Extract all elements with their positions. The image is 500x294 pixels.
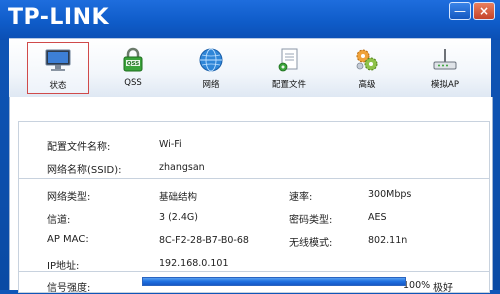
ip-label: IP地址:	[47, 261, 80, 272]
tab-qss-label: QSS	[124, 78, 142, 88]
network-type-value: 基础结构	[159, 192, 198, 203]
profile-name-label: 配置文件名称:	[47, 142, 111, 153]
signal-strength-label: 信号强度:	[47, 283, 91, 294]
ip-value: 192.168.0.101	[159, 258, 229, 269]
tab-advanced[interactable]: 高级	[336, 42, 398, 94]
channel-value: 3 (2.4G)	[159, 212, 198, 223]
globe-icon	[199, 48, 223, 72]
monitor-icon	[45, 49, 71, 71]
tab-profile[interactable]: 配置文件	[258, 42, 320, 94]
ap-mac-value: 8C-F2-28-B7-B0-68	[159, 235, 249, 246]
channel-label: 信道:	[47, 215, 71, 226]
status-table: 配置文件名称: Wi-Fi 网络名称(SSID): zhangsan 网络类型:…	[18, 121, 490, 294]
row-separator	[19, 271, 489, 272]
row-separator	[19, 178, 489, 179]
tab-soft-ap[interactable]: 模拟AP	[414, 42, 476, 94]
gears-icon	[356, 49, 378, 71]
profile-name-value: Wi-Fi	[159, 139, 182, 150]
title-bar: TP-LINK — ×	[0, 0, 500, 40]
wireless-mode-value: 802.11n	[368, 235, 408, 246]
ap-mac-label: AP MAC:	[47, 234, 89, 245]
tab-status[interactable]: 状态	[27, 42, 89, 94]
encryption-label: 密码类型:	[289, 215, 333, 226]
tab-status-label: 状态	[49, 81, 67, 91]
encryption-value: AES	[368, 212, 387, 223]
close-button[interactable]: ×	[473, 2, 495, 20]
signal-strength-bar	[142, 277, 406, 286]
ssid-value: zhangsan	[159, 162, 205, 173]
signal-quality: 极好	[433, 283, 453, 294]
tab-network[interactable]: 网络	[180, 42, 242, 94]
brand-logo: TP-LINK	[8, 5, 110, 30]
tab-qss[interactable]: QSS QSS	[102, 42, 164, 94]
network-type-label: 网络类型:	[47, 192, 91, 203]
tab-soft-ap-label: 模拟AP	[431, 80, 459, 90]
tab-advanced-label: 高级	[358, 80, 376, 90]
tab-network-label: 网络	[202, 80, 220, 90]
ssid-label: 网络名称(SSID):	[47, 165, 122, 176]
wireless-mode-label: 无线模式:	[289, 238, 333, 249]
rate-value: 300Mbps	[368, 189, 412, 200]
router-icon	[433, 49, 457, 70]
tab-profile-label: 配置文件	[271, 80, 306, 90]
svg-text:QSS: QSS	[127, 61, 139, 67]
app-window: TP-LINK — × 状态 QSS QSS 网络 配置文件 高级 模拟AP 配…	[0, 0, 500, 294]
rate-label: 速率:	[289, 192, 313, 203]
profile-document-icon	[278, 48, 298, 72]
qss-lock-icon: QSS	[123, 47, 143, 72]
minimize-button[interactable]: —	[449, 2, 471, 20]
status-panel: 配置文件名称: Wi-Fi 网络名称(SSID): zhangsan 网络类型:…	[9, 97, 493, 294]
signal-percent: 100%	[403, 280, 431, 291]
main-toolbar: 状态 QSS QSS 网络 配置文件 高级 模拟AP	[9, 38, 491, 98]
